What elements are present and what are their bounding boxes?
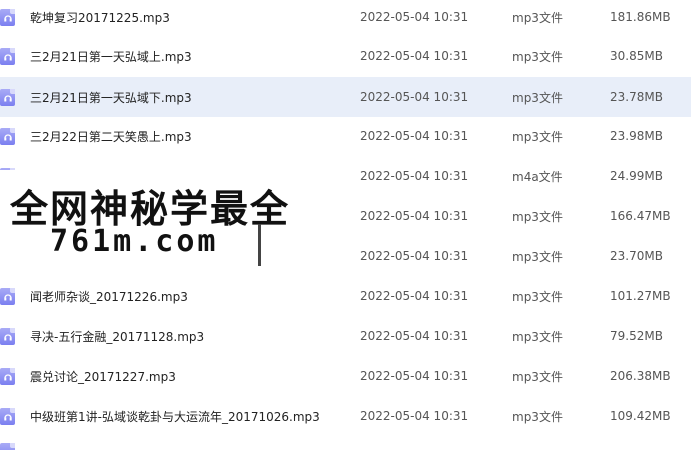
- file-size: 109.42MB: [610, 409, 671, 423]
- file-name[interactable]: 中级班第1讲-弘域谈乾卦与大运流年_20171026.mp3: [30, 408, 320, 425]
- file-size: 24.99MB: [610, 169, 663, 183]
- file-size: 23.78MB: [610, 90, 663, 104]
- file-date: 2022-05-04 10:31: [360, 209, 469, 223]
- file-date: 2022-05-04 10:31: [360, 49, 469, 63]
- file-date: 2022-05-04 10:31: [360, 10, 469, 24]
- file-size: 181.86MB: [610, 10, 671, 24]
- file-name[interactable]: 三2月22日第二天笑愚上.mp3: [30, 128, 192, 145]
- watermark-url: 761m.com: [50, 224, 219, 259]
- file-type: mp3文件: [512, 369, 563, 384]
- file-type: mp3文件: [512, 409, 563, 424]
- file-name[interactable]: 闻老师杂谈_20171226.mp3: [30, 288, 188, 305]
- file-name[interactable]: 乾坤复习20171225.mp3: [30, 9, 170, 26]
- audio-file-icon: [0, 367, 15, 385]
- file-type: mp3文件: [512, 329, 563, 344]
- audio-file-icon: [0, 443, 15, 450]
- file-row[interactable]: 三2月22日第二天笑愚上.mp3 2022-05-04 10:31 mp3文件 …: [0, 116, 691, 156]
- file-row[interactable]: 三2月21日第一天弘域上.mp3 2022-05-04 10:31 mp3文件 …: [0, 36, 691, 76]
- audio-file-icon: [0, 127, 15, 145]
- file-size: 206.38MB: [610, 369, 671, 383]
- file-size: 79.52MB: [610, 329, 663, 343]
- file-date: 2022-05-04 10:31: [360, 129, 469, 143]
- file-date: 2022-05-04 10:31: [360, 289, 469, 303]
- audio-file-icon: [0, 407, 15, 425]
- file-type: mp3文件: [512, 10, 563, 25]
- audio-file-icon: [0, 47, 15, 65]
- file-name[interactable]: 三2月21日第一天弘域下.mp3: [30, 89, 192, 106]
- file-name[interactable]: 寻决-五行金融_20171128.mp3: [30, 328, 204, 345]
- audio-file-icon: [0, 88, 15, 106]
- file-row[interactable]: 震兑讨论_20171227.mp3 2022-05-04 10:31 mp3文件…: [0, 356, 691, 396]
- file-size: 23.98MB: [610, 129, 663, 143]
- file-row-selected[interactable]: 三2月21日第一天弘域下.mp3 2022-05-04 10:31 mp3文件 …: [0, 77, 691, 117]
- watermark-divider: [258, 224, 261, 266]
- file-type: m4a文件: [512, 169, 563, 184]
- file-size: 101.27MB: [610, 289, 671, 303]
- file-type: mp3文件: [512, 49, 563, 64]
- file-row[interactable]: 中级班第1讲-弘域谈乾卦与大运流年_20171026.mp3 2022-05-0…: [0, 396, 691, 436]
- file-size: 23.70MB: [610, 249, 663, 263]
- file-date: 2022-05-04 10:31: [360, 409, 469, 423]
- file-date: 2022-05-04 10:31: [360, 169, 469, 183]
- file-name[interactable]: 震兑讨论_20171227.mp3: [30, 368, 176, 385]
- audio-file-icon: [0, 327, 15, 345]
- file-type: mp3文件: [512, 209, 563, 224]
- file-date: 2022-05-04 10:31: [360, 329, 469, 343]
- file-size: 30.85MB: [610, 49, 663, 63]
- watermark-overlay: 全网神秘学最全 761m.com: [0, 170, 298, 270]
- file-row[interactable]: 乾坤复习20171225.mp3 2022-05-04 10:31 mp3文件 …: [0, 0, 691, 37]
- file-size: 166.47MB: [610, 209, 671, 223]
- file-row[interactable]: 寻决-五行金融_20171128.mp3 2022-05-04 10:31 mp…: [0, 316, 691, 356]
- file-type: mp3文件: [512, 129, 563, 144]
- file-name[interactable]: 三2月21日第一天弘域上.mp3: [30, 48, 192, 65]
- file-date: 2022-05-04 10:31: [360, 369, 469, 383]
- file-type: mp3文件: [512, 249, 563, 264]
- file-type: mp3文件: [512, 90, 563, 105]
- audio-file-icon: [0, 8, 15, 26]
- file-row[interactable]: 闻老师杂谈_20171226.mp3 2022-05-04 10:31 mp3文…: [0, 276, 691, 316]
- file-date: 2022-05-04 10:31: [360, 249, 469, 263]
- file-date: 2022-05-04 10:31: [360, 90, 469, 104]
- file-row[interactable]: [0, 436, 691, 450]
- audio-file-icon: [0, 287, 15, 305]
- file-type: mp3文件: [512, 289, 563, 304]
